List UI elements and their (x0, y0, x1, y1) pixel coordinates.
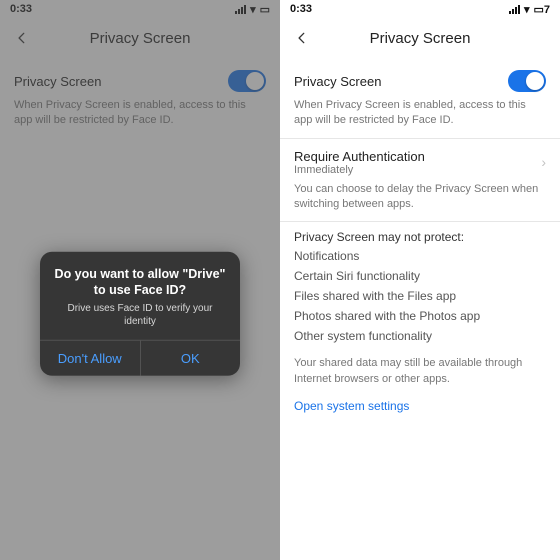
back-button[interactable] (288, 24, 316, 52)
chevron-left-icon (295, 31, 309, 45)
alert-dont-allow-button[interactable]: Don't Allow (40, 341, 141, 376)
open-system-settings-link[interactable]: Open system settings (294, 399, 409, 433)
status-bar: 0:33 ▾ ▭7 (280, 0, 560, 18)
require-auth-desc: You can choose to delay the Privacy Scre… (294, 178, 546, 222)
require-auth-value: Immediately (294, 164, 425, 176)
privacy-screen-toggle[interactable] (508, 70, 546, 92)
require-auth-label: Require Authentication (294, 149, 425, 164)
alert-ok-button[interactable]: OK (141, 341, 241, 376)
list-item: Other system functionality (294, 326, 546, 346)
alert-title: Do you want to allow "Drive" to use Face… (40, 251, 240, 302)
shared-data-note: Your shared data may still be available … (294, 346, 546, 397)
signal-icon (509, 5, 520, 14)
privacy-screen-label: Privacy Screen (294, 74, 381, 89)
privacy-screen-desc: When Privacy Screen is enabled, access t… (294, 94, 546, 138)
list-item: Files shared with the Files app (294, 286, 546, 306)
status-time: 0:33 (290, 3, 312, 15)
list-item: Certain Siri functionality (294, 266, 546, 286)
list-item: Photos shared with the Photos app (294, 306, 546, 326)
battery-icon: ▭7 (533, 3, 550, 16)
chevron-right-icon: › (541, 154, 546, 170)
protect-list-head: Privacy Screen may not protect: (294, 222, 546, 246)
header: Privacy Screen (280, 18, 560, 58)
alert-message: Drive uses Face ID to verify your identi… (40, 302, 240, 340)
wifi-icon: ▾ (524, 3, 530, 16)
list-item: Notifications (294, 246, 546, 266)
page-title: Privacy Screen (370, 30, 471, 47)
faceid-permission-alert: Do you want to allow "Drive" to use Face… (40, 251, 240, 376)
require-authentication-row[interactable]: Require Authentication Immediately › (294, 139, 546, 178)
